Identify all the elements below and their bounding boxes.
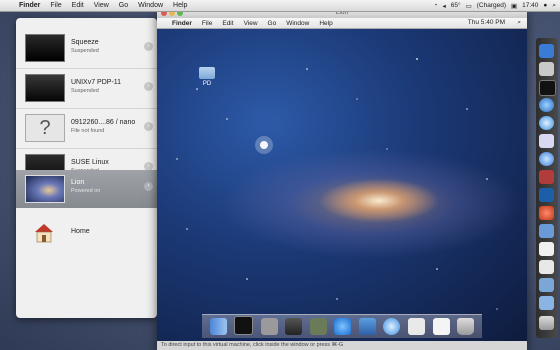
guest-desktop[interactable]: PD (157, 29, 527, 341)
screen-icon[interactable]: ▣ (511, 2, 517, 10)
menu-go[interactable]: Go (114, 2, 133, 9)
vm-thumbnail (25, 34, 65, 62)
vm-item-lion[interactable]: Lion Powered on › (16, 170, 157, 208)
user-icon[interactable]: ● (543, 2, 547, 9)
desktop-folder-item[interactable]: PD (197, 67, 217, 87)
folder-icon (199, 67, 215, 79)
guest-menu-window[interactable]: Window (281, 20, 314, 27)
burst-dock-icon[interactable] (539, 206, 554, 220)
vm-library-window: Squeeze Suspended › UNIXv7 PDP-11 Suspen… (16, 18, 157, 318)
system-preferences-icon[interactable] (260, 318, 278, 335)
trash-icon[interactable] (457, 318, 475, 335)
host-menubar: Finder File Edit View Go Window Help ◔ ◂… (0, 0, 560, 12)
terminal-dock-icon[interactable] (539, 80, 556, 96)
spotlight-icon[interactable]: ⌕ (552, 2, 556, 10)
document-dock-icon[interactable] (539, 260, 554, 274)
guest-menubar: Finder File Edit View Go Window Help Thu… (157, 18, 527, 29)
vm-settings-icon[interactable]: › (144, 42, 153, 51)
guest-menu-file[interactable]: File (197, 20, 217, 27)
vm-name: Lion (71, 179, 85, 186)
vm-status: Suspended (71, 88, 99, 94)
divider (16, 148, 157, 149)
calendar-dock-icon[interactable] (539, 242, 554, 256)
divider (16, 68, 157, 69)
vm-settings-icon[interactable]: › (144, 82, 153, 91)
messages-dock-icon[interactable] (539, 152, 554, 166)
vm-settings-icon[interactable]: › (144, 182, 153, 191)
vm-item-squeeze[interactable]: Squeeze Suspended › (16, 30, 157, 66)
battery-icon[interactable]: ▭ (466, 2, 472, 10)
textedit-dock-icon[interactable] (539, 134, 554, 148)
vm-name: 0912260....86 / nano (71, 119, 136, 126)
guest-status-text: To direct input to this virtual machine,… (161, 342, 344, 348)
menu-help[interactable]: Help (168, 2, 192, 9)
document-icon[interactable] (408, 318, 426, 335)
guest-menu-edit[interactable]: Edit (217, 20, 238, 27)
camera-dock-icon[interactable] (539, 62, 554, 76)
vm-settings-icon[interactable]: › (144, 122, 153, 131)
vm-item-unixv7[interactable]: UNIXv7 PDP-11 Suspended › (16, 70, 157, 106)
terminal-icon[interactable] (234, 316, 254, 335)
home-icon (33, 222, 55, 244)
temperature-readout: 65° (450, 2, 461, 9)
unknown-vm-icon: ? (25, 114, 65, 142)
folder-label: PD (202, 81, 212, 87)
network-dock-icon[interactable] (539, 98, 554, 112)
downloads-folder-dock-icon[interactable] (539, 296, 554, 310)
guest-vm-window[interactable]: Lion Finder File Edit View Go Window Hel… (157, 8, 527, 350)
guest-menu-go[interactable]: Go (263, 20, 282, 27)
wifi-icon[interactable]: ◔ (434, 2, 438, 9)
menu-view[interactable]: View (89, 2, 114, 9)
photoshop-dock-icon[interactable] (539, 188, 554, 202)
finder-icon[interactable] (209, 318, 227, 335)
vm-thumbnail (25, 175, 65, 203)
menu-window[interactable]: Window (133, 2, 168, 9)
disk-utility-icon[interactable] (285, 318, 303, 335)
divider (16, 108, 157, 109)
preview-icon[interactable] (358, 318, 376, 335)
guest-status-strip: To direct input to this virtual machine,… (157, 341, 527, 350)
vm-status: Powered on (71, 188, 101, 194)
menu-finder[interactable]: Finder (14, 2, 45, 9)
guest-spotlight-icon[interactable]: ⌕ (517, 19, 521, 27)
trash-dock-icon[interactable] (539, 316, 554, 330)
guest-menu-help[interactable]: Help (314, 20, 337, 27)
video-dock-icon[interactable] (539, 170, 554, 184)
menu-edit[interactable]: Edit (67, 2, 89, 9)
guest-menu-view[interactable]: View (239, 20, 263, 27)
battery-status: (Charged) (476, 2, 506, 9)
menu-file[interactable]: File (45, 2, 66, 9)
app-store-icon[interactable] (334, 318, 352, 335)
volume-icon[interactable]: ◂ (442, 2, 445, 10)
downloads-icon[interactable] (432, 318, 450, 335)
safari-dock-icon[interactable] (539, 116, 554, 130)
folder-dock-icon[interactable] (539, 278, 554, 292)
home-label: Home (71, 228, 90, 235)
vm-name: SUSE Linux (71, 159, 109, 166)
package-dock-icon[interactable] (539, 224, 554, 238)
finder-dock-icon[interactable] (539, 44, 554, 58)
vm-status: File not found (71, 128, 105, 134)
home-item[interactable]: Home (16, 214, 157, 254)
vm-name: Squeeze (71, 39, 99, 46)
guest-menu-finder[interactable]: Finder (167, 20, 197, 27)
activity-monitor-icon[interactable] (309, 318, 327, 335)
guest-clock[interactable]: Thu 5:40 PM (468, 19, 505, 26)
safari-icon[interactable] (383, 318, 401, 335)
guest-dock (202, 314, 482, 338)
vm-status: Suspended (71, 48, 99, 54)
vm-item-nano[interactable]: ? 0912260....86 / nano File not found › (16, 110, 157, 146)
clock[interactable]: 17:40 (522, 2, 538, 9)
host-side-dock (536, 38, 558, 338)
vm-thumbnail (25, 74, 65, 102)
host-status-area: ◔ ◂ 65° ▭ (Charged) ▣ 17:40 ● ⌕ (434, 0, 556, 11)
vm-name: UNIXv7 PDP-11 (71, 79, 122, 86)
